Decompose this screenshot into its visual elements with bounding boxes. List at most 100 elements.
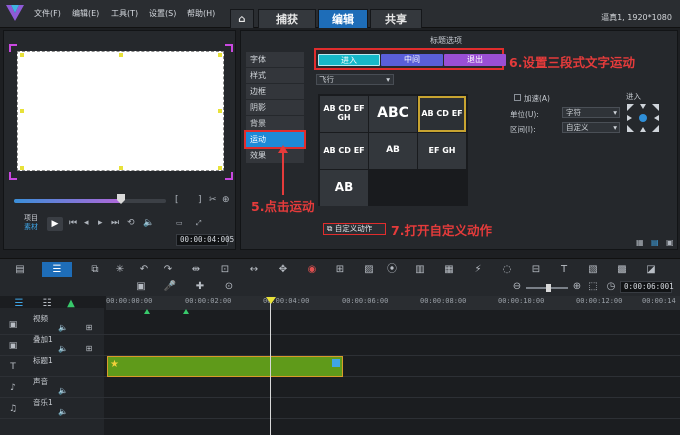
home-tab[interactable]: ⌂ [230,9,254,28]
go-start-icon[interactable]: ⏮ [69,218,77,228]
track-grid-icon[interactable]: ⊞ [82,322,96,334]
side-tab-font[interactable]: 字体 [246,52,304,67]
mark-icon[interactable]: ✚ [193,281,207,293]
record-icon[interactable]: ◉ [305,264,319,276]
timeline-view-icon[interactable]: ☰ [42,262,72,277]
storyboard-view-icon[interactable]: ▤ [13,264,27,276]
exit-motion-button[interactable]: 退出 [444,54,506,66]
repeat-icon[interactable]: ⟲ [127,218,135,228]
fit-icon[interactable]: ↔ [247,264,261,276]
panel-option-icon[interactable]: ▣ [666,238,674,247]
preview-screen[interactable] [17,51,224,171]
motion-preset-tile[interactable]: EF GH [418,133,466,169]
middle-motion-button[interactable]: 中间 [381,54,443,66]
menu-tools[interactable]: 工具(T) [111,8,138,19]
resize-handle[interactable] [20,109,24,113]
menu-settings[interactable]: 设置(S) [149,8,176,19]
side-tab-shadow[interactable]: 阴影 [246,100,304,115]
play-button[interactable]: ▶ [47,217,63,231]
custom-motion-button[interactable]: ⧉ 自定义动作 [323,223,386,235]
mark-out-icon[interactable]: ] [198,195,202,205]
zoom-preview-icon[interactable]: ⊕ [222,195,230,205]
unit-select[interactable]: 字符 ▾ [562,107,620,118]
image-icon[interactable]: ◪ [644,264,658,276]
track-volume-icon[interactable]: 🔈 [56,343,70,355]
motion-preset-tile[interactable]: AB CD EF GH [320,96,368,132]
tab-edit[interactable]: 编辑 [318,9,368,28]
panel-option-icon[interactable]: ▦ [636,238,644,247]
undo-icon[interactable]: ↶ [137,264,151,276]
chapter-icon[interactable]: ☷ [40,298,54,310]
microphone-icon[interactable]: 🎤 [163,281,177,293]
motion-preset-tile-selected[interactable]: AB CD EF [418,96,466,132]
accelerate-checkbox[interactable] [514,94,521,101]
menu-file[interactable]: 文件(F) [34,8,61,19]
resize-handle[interactable] [119,166,123,170]
menu-help[interactable]: 帮助(H) [187,8,215,19]
tools-icon[interactable]: ✳ [113,264,127,276]
interval-select[interactable]: 自定义 ▾ [562,122,620,133]
marker-icon[interactable]: ▲ [64,298,78,310]
side-tab-background[interactable]: 背景 [246,116,304,131]
motion-preset-tile[interactable]: AB [320,170,368,206]
tab-capture[interactable]: 捕获 [258,9,316,28]
side-tab-border[interactable]: 边框 [246,84,304,99]
subtitle-icon[interactable]: ▥ [413,264,427,276]
track-grid-icon[interactable]: ⊞ [82,343,96,355]
zoom-in-icon[interactable]: ⊕ [570,281,584,293]
clip-mode-label[interactable]: 素材 [24,222,38,232]
timecode-display[interactable]: 00:00:04:005 [176,234,234,246]
resize-handle[interactable] [218,166,222,170]
mark-in-icon[interactable]: [ [175,195,179,205]
side-tab-motion[interactable]: 运动 [244,130,306,149]
direction-pad-icon[interactable] [624,101,662,135]
fullscreen-icon[interactable]: ⤢ [196,219,202,228]
snapshot-icon[interactable]: ▣ [134,281,148,293]
volume-icon[interactable]: 🔈 [143,218,154,228]
aspect-ratio-icon[interactable]: ▭ [176,219,183,227]
playhead[interactable] [270,300,271,435]
side-tab-style[interactable]: 样式 [246,68,304,83]
track-volume-icon[interactable]: 🔈 [56,406,70,418]
panel-option-icon[interactable]: ▤ [651,238,659,247]
track-volume-icon[interactable]: 🔈 [56,322,70,334]
motion-tracking-icon[interactable]: ⦿ [385,264,399,276]
motion-type-dropdown[interactable]: 飞行 ▾ [316,74,394,85]
resize-handle[interactable] [20,166,24,170]
fit-project-icon[interactable]: ⬚ [586,281,600,293]
go-end-icon[interactable]: ⏭ [111,218,119,228]
mix-icon[interactable]: ⊞ [333,264,347,276]
zoom-out-icon[interactable]: ⊖ [510,281,524,293]
track-volume-icon[interactable]: 🔈 [56,385,70,397]
side-tab-effects[interactable]: 效果 [246,148,304,163]
resize-handle[interactable] [218,109,222,113]
speed-icon[interactable]: ⚡ [471,264,485,276]
tab-share[interactable]: 共享 [370,9,422,28]
trim-icon[interactable]: ⇹ [189,264,203,276]
split-clip-icon[interactable]: ✂ [209,195,217,205]
split-screen-icon[interactable]: ⊟ [529,264,543,276]
resize-handle[interactable] [20,53,24,57]
color-grading-icon[interactable]: ▧ [586,264,600,276]
mask-icon[interactable]: ◌ [500,264,514,276]
menu-edit[interactable]: 编辑(E) [72,8,99,19]
motion-preset-tile[interactable]: ABC [369,96,417,132]
next-frame-icon[interactable]: ▸ [98,218,103,228]
add-track-icon[interactable]: ⧉ [88,264,102,276]
resize-handle[interactable] [119,53,123,57]
resize-handle[interactable] [218,53,222,57]
effect-icon[interactable]: ▨ [362,264,376,276]
title-clip[interactable]: ★ [107,356,343,377]
redo-icon[interactable]: ↷ [161,264,175,276]
playhead-handle[interactable] [266,297,276,304]
clock-icon[interactable]: ◷ [604,281,618,293]
zoom-slider-knob[interactable] [546,284,551,292]
project-duration[interactable]: 0:00:06:001 [620,281,674,293]
motion-preset-tile[interactable]: AB [369,133,417,169]
pip-icon[interactable]: ▩ [615,264,629,276]
pan-icon[interactable]: ✥ [276,264,290,276]
crop-icon[interactable]: ⊡ [218,264,232,276]
title-text-icon[interactable]: T [557,264,571,276]
track-manager-icon[interactable]: ☰ [12,298,26,310]
enter-motion-button[interactable]: 进入 [318,54,380,66]
